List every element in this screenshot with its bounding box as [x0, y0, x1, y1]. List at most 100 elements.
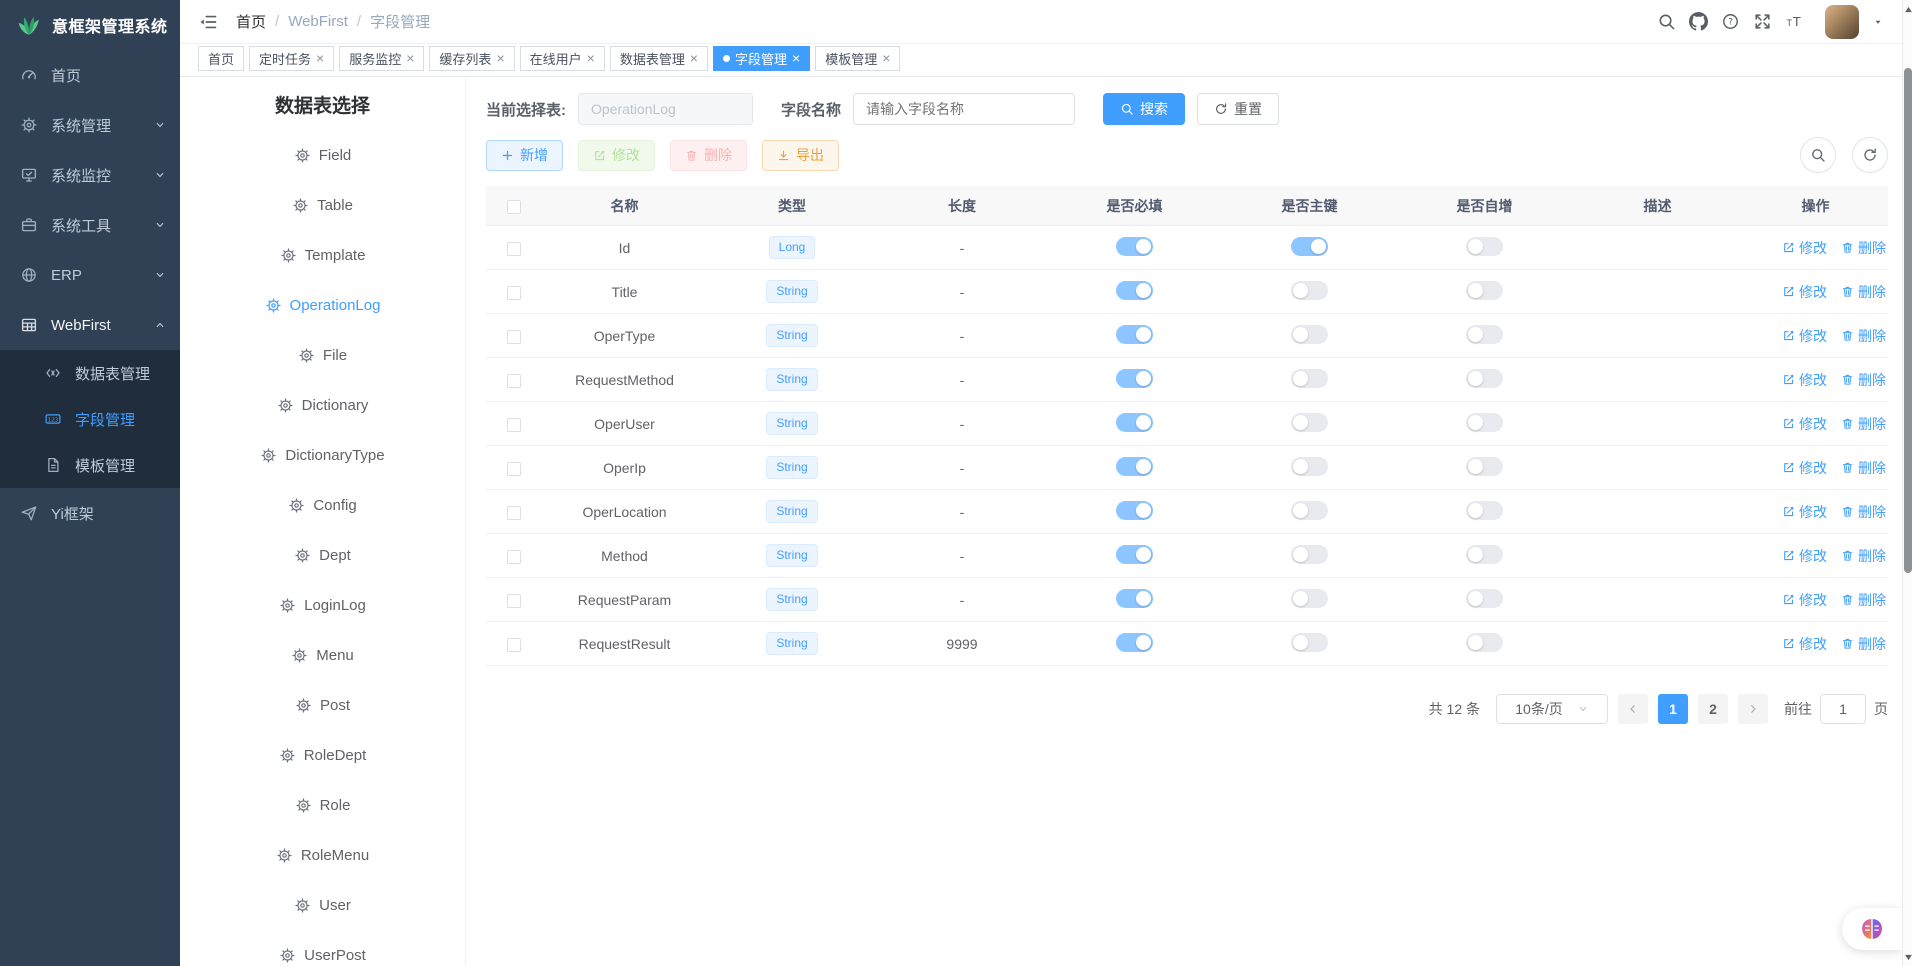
row-edit-link[interactable]: 修改	[1782, 458, 1827, 478]
row-delete-link[interactable]: 删除	[1841, 414, 1886, 434]
toggle-switch[interactable]	[1116, 501, 1153, 520]
toggle-switch[interactable]	[1466, 633, 1503, 652]
toggle-switch[interactable]	[1291, 633, 1328, 652]
toggle-switch[interactable]	[1466, 237, 1503, 256]
scrollbar-down-icon[interactable]	[1903, 950, 1912, 964]
ai-assistant-button[interactable]	[1842, 908, 1902, 950]
tree-item-Field[interactable]: Field	[294, 130, 352, 180]
tab-close-icon[interactable]: ×	[792, 51, 800, 65]
row-checkbox[interactable]	[507, 462, 521, 476]
app-logo[interactable]: 意框架管理系统	[0, 0, 180, 50]
tab-close-icon[interactable]: ×	[406, 51, 414, 65]
tree-item-RoleMenu[interactable]: RoleMenu	[276, 830, 369, 880]
sidebar-item-field-manage[interactable]: 字段管理	[0, 396, 180, 442]
toggle-switch[interactable]	[1466, 589, 1503, 608]
next-page-button[interactable]	[1738, 694, 1768, 724]
sidebar-item-system-manage[interactable]: 系统管理	[0, 100, 180, 150]
tab-服务监控[interactable]: 服务监控×	[339, 46, 424, 71]
sidebar-item-home[interactable]: 首页	[0, 50, 180, 100]
row-delete-link[interactable]: 删除	[1841, 458, 1886, 478]
sidebar-collapse-icon[interactable]	[198, 12, 218, 32]
help-icon[interactable]	[1721, 12, 1740, 31]
toggle-switch[interactable]	[1291, 457, 1328, 476]
row-checkbox[interactable]	[507, 594, 521, 608]
tree-item-Table[interactable]: Table	[292, 180, 353, 230]
tab-数据表管理[interactable]: 数据表管理×	[610, 46, 708, 71]
sidebar-item-system-tools[interactable]: 系统工具	[0, 200, 180, 250]
row-edit-link[interactable]: 修改	[1782, 634, 1827, 654]
row-checkbox[interactable]	[507, 550, 521, 564]
toggle-switch[interactable]	[1116, 457, 1153, 476]
tab-首页[interactable]: 首页	[198, 46, 244, 71]
toggle-switch[interactable]	[1291, 501, 1328, 520]
row-checkbox[interactable]	[507, 638, 521, 652]
toggle-switch[interactable]	[1466, 413, 1503, 432]
tree-item-Dept[interactable]: Dept	[294, 530, 351, 580]
scrollbar-up-icon[interactable]	[1903, 2, 1912, 16]
toggle-switch[interactable]	[1116, 545, 1153, 564]
row-checkbox[interactable]	[507, 374, 521, 388]
row-delete-link[interactable]: 删除	[1841, 282, 1886, 302]
page-size-select[interactable]: 10条/页	[1496, 694, 1608, 724]
page-scrollbar[interactable]	[1902, 0, 1912, 966]
toggle-switch[interactable]	[1291, 237, 1328, 256]
row-delete-link[interactable]: 删除	[1841, 238, 1886, 258]
toggle-switch[interactable]	[1291, 281, 1328, 300]
row-delete-link[interactable]: 删除	[1841, 546, 1886, 566]
toggle-switch[interactable]	[1466, 369, 1503, 388]
tab-在线用户[interactable]: 在线用户×	[520, 46, 605, 71]
sidebar-item-template-manage[interactable]: 模板管理	[0, 442, 180, 488]
row-edit-link[interactable]: 修改	[1782, 414, 1827, 434]
search-button[interactable]: 搜索	[1103, 93, 1185, 125]
toggle-switch[interactable]	[1116, 633, 1153, 652]
row-delete-link[interactable]: 删除	[1841, 326, 1886, 346]
tree-item-DictionaryType[interactable]: DictionaryType	[260, 430, 384, 480]
tree-item-Post[interactable]: Post	[295, 680, 350, 730]
row-edit-link[interactable]: 修改	[1782, 238, 1827, 258]
tree-item-RoleDept[interactable]: RoleDept	[279, 730, 367, 780]
select-all-checkbox[interactable]	[507, 200, 521, 214]
tab-模板管理[interactable]: 模板管理×	[815, 46, 900, 71]
edit-button[interactable]: 修改	[578, 140, 655, 171]
refresh-table-button[interactable]	[1852, 137, 1888, 173]
tree-item-File[interactable]: File	[298, 330, 347, 380]
toggle-switch[interactable]	[1291, 589, 1328, 608]
row-edit-link[interactable]: 修改	[1782, 370, 1827, 390]
tree-item-Role[interactable]: Role	[295, 780, 351, 830]
tab-close-icon[interactable]: ×	[882, 51, 890, 65]
tree-item-Config[interactable]: Config	[288, 480, 356, 530]
toggle-switch[interactable]	[1466, 281, 1503, 300]
row-delete-link[interactable]: 删除	[1841, 370, 1886, 390]
breadcrumb-home[interactable]: 首页	[236, 11, 266, 32]
add-button[interactable]: 新增	[486, 140, 563, 171]
row-checkbox[interactable]	[507, 330, 521, 344]
sidebar-item-system-monitor[interactable]: 系统监控	[0, 150, 180, 200]
row-delete-link[interactable]: 删除	[1841, 634, 1886, 654]
row-edit-link[interactable]: 修改	[1782, 546, 1827, 566]
row-edit-link[interactable]: 修改	[1782, 282, 1827, 302]
page-button-1[interactable]: 1	[1658, 694, 1688, 724]
row-edit-link[interactable]: 修改	[1782, 590, 1827, 610]
delete-button[interactable]: 删除	[670, 140, 747, 171]
row-checkbox[interactable]	[507, 506, 521, 520]
toggle-switch[interactable]	[1466, 325, 1503, 344]
export-button[interactable]: 导出	[762, 140, 839, 171]
tree-item-User[interactable]: User	[294, 880, 351, 930]
row-checkbox[interactable]	[507, 242, 521, 256]
tree-item-UserPost[interactable]: UserPost	[279, 930, 366, 966]
reset-button[interactable]: 重置	[1197, 93, 1279, 125]
tab-定时任务[interactable]: 定时任务×	[249, 46, 334, 71]
tab-字段管理[interactable]: 字段管理×	[713, 46, 810, 71]
toggle-switch[interactable]	[1466, 545, 1503, 564]
row-edit-link[interactable]: 修改	[1782, 502, 1827, 522]
github-icon[interactable]	[1689, 12, 1708, 31]
tab-close-icon[interactable]: ×	[690, 51, 698, 65]
avatar-caret-down-icon[interactable]	[1872, 16, 1884, 28]
sidebar-item-yi-framework[interactable]: Yi框架	[0, 488, 180, 538]
toggle-switch[interactable]	[1116, 281, 1153, 300]
row-delete-link[interactable]: 删除	[1841, 590, 1886, 610]
scrollbar-thumb[interactable]	[1904, 68, 1912, 573]
toggle-switch[interactable]	[1291, 325, 1328, 344]
font-size-icon[interactable]	[1785, 12, 1804, 31]
sidebar-item-erp[interactable]: ERP	[0, 250, 180, 300]
